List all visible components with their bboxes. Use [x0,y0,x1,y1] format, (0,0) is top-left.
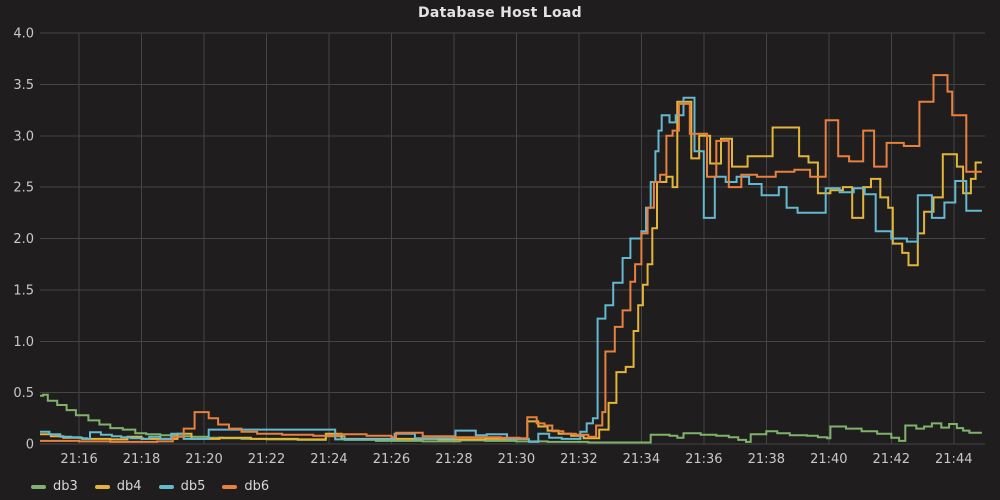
y-tick-label: 1.5 [13,283,34,298]
x-tick-label: 21:20 [185,452,222,467]
y-tick-label: 0.5 [13,386,34,401]
x-tick-label: 21:22 [248,452,285,467]
legend-item-db5[interactable]: db5 [159,479,206,494]
legend-item-db3[interactable]: db3 [31,479,78,494]
x-tick-label: 21:40 [810,452,847,467]
legend-swatch-icon [31,485,46,489]
legend-label: db5 [181,479,206,494]
x-tick-label: 21:42 [873,452,910,467]
series-line-db5 [40,98,982,442]
chart-legend: db3 db4 db5 db6 [31,479,269,494]
y-tick-label: 2.5 [13,181,34,196]
y-tick-label: 4.0 [13,27,34,42]
y-tick-label: 3.0 [13,129,34,144]
x-tick-label: 21:34 [623,452,660,467]
legend-swatch-icon [95,485,110,489]
series-line-db3 [40,395,982,443]
x-tick-label: 21:28 [435,452,472,467]
series-line-db6 [40,75,982,442]
x-tick-label: 21:32 [560,452,597,467]
series-line-db4 [40,102,982,440]
x-tick-label: 21:26 [373,452,410,467]
x-tick-label: 21:24 [310,452,347,467]
y-tick-label: 1.0 [13,335,34,350]
legend-label: db4 [117,479,142,494]
y-tick-label: 0 [26,438,34,453]
x-tick-label: 21:30 [498,452,535,467]
legend-item-db6[interactable]: db6 [222,479,269,494]
y-tick-label: 2.0 [13,232,34,247]
y-tick-label: 3.5 [13,78,34,93]
legend-label: db3 [53,479,78,494]
legend-swatch-icon [159,485,174,489]
legend-swatch-icon [222,485,237,489]
chart-panel: Database Host Load 4.03.53.02.52.01.51.0… [0,0,1000,500]
x-tick-label: 21:36 [685,452,722,467]
x-tick-label: 21:38 [748,452,785,467]
x-tick-label: 21:18 [123,452,160,467]
legend-label: db6 [244,479,269,494]
chart-canvas[interactable]: 4.0 3.5 3.0 2.5 2.0 1.5 1.0 0.5 0 21:16 21:18 21:20… [0,0,1000,470]
x-tick-label: 21:16 [60,452,97,467]
legend-item-db4[interactable]: db4 [95,479,142,494]
x-tick-label: 21:44 [935,452,972,467]
